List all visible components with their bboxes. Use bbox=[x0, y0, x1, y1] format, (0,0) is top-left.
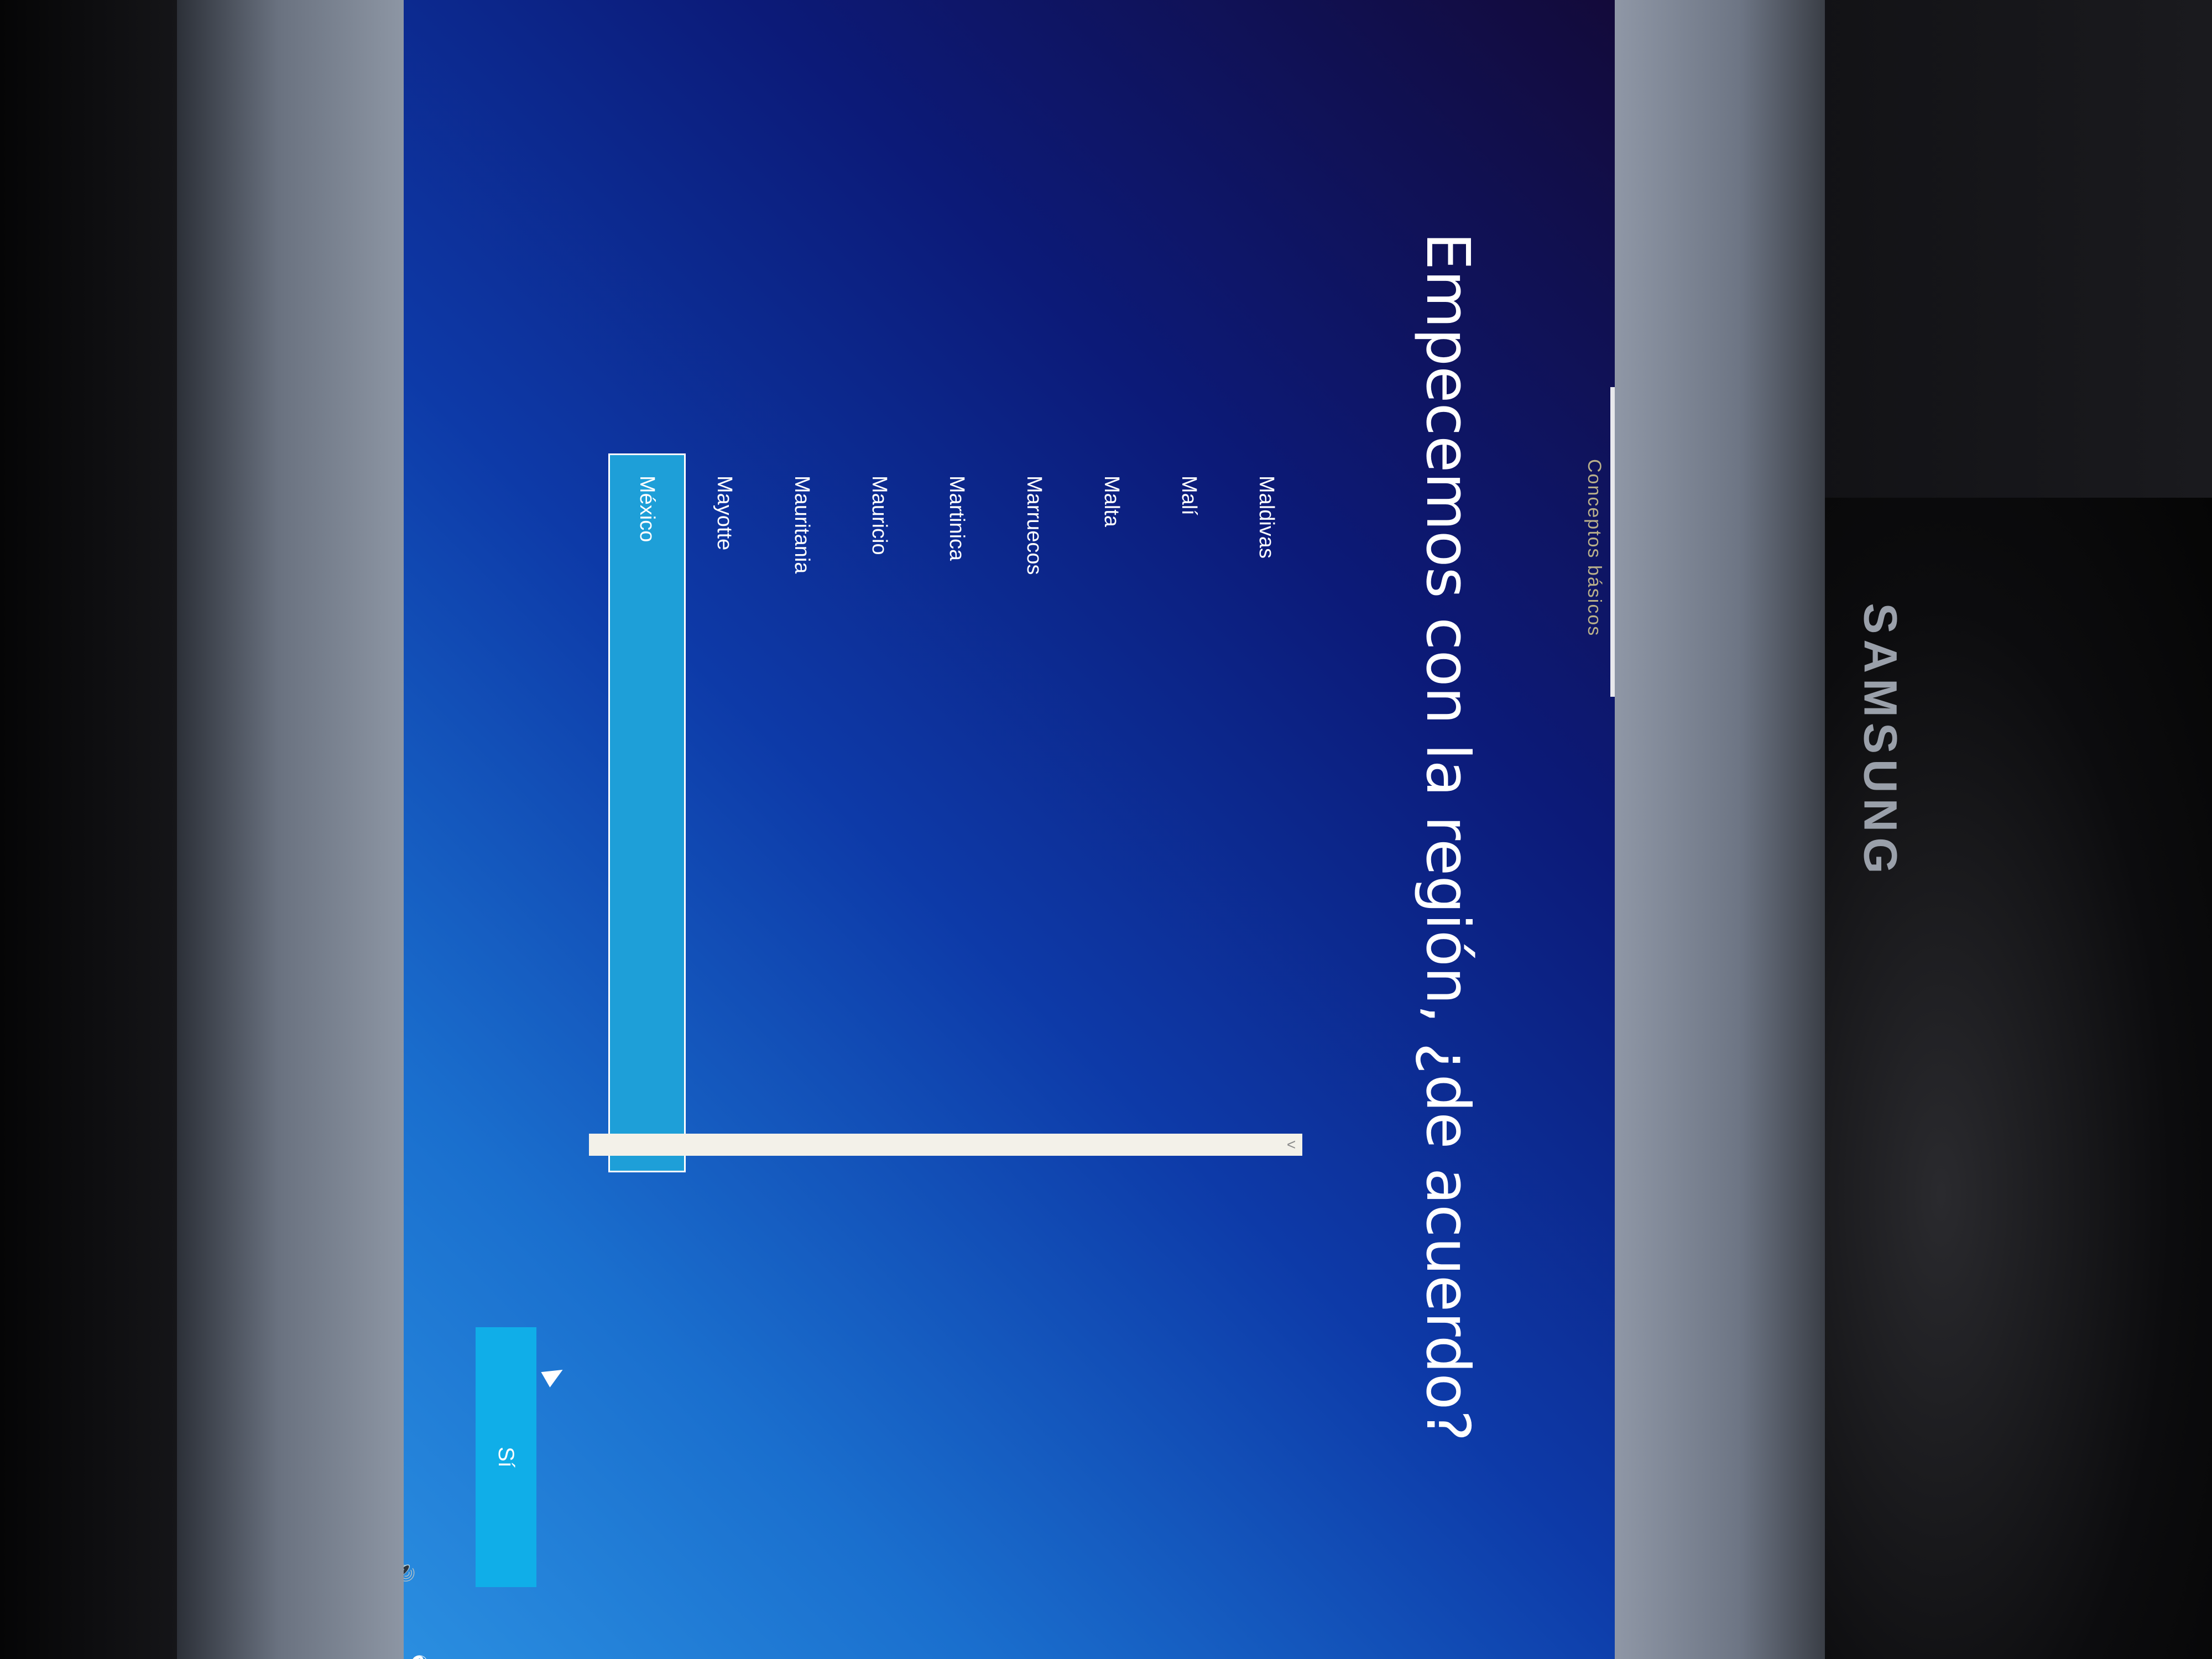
region-list-item[interactable]: Martinica bbox=[918, 453, 995, 1172]
ease-of-access-icon[interactable]: ☯ bbox=[406, 1653, 431, 1659]
monitor-bezel-bottom bbox=[1615, 0, 1825, 1659]
step-progress-bar bbox=[1610, 387, 1615, 697]
page-title: Empecemos con la región, ¿de acuerdo? bbox=[1413, 232, 1482, 1442]
list-scrollbar[interactable] bbox=[589, 1134, 1302, 1156]
brand-logo-text: SAMSUNG bbox=[1854, 603, 1907, 879]
step-label: Conceptos básicos bbox=[1584, 459, 1605, 637]
monitor-bezel-top bbox=[177, 0, 404, 1659]
scroll-up-arrow-icon[interactable]: < bbox=[1285, 1134, 1298, 1156]
region-list-item[interactable]: Malí bbox=[1150, 453, 1228, 1172]
region-list-item[interactable]: Mauritania bbox=[763, 453, 841, 1172]
region-list-item[interactable]: Mauricio bbox=[841, 453, 918, 1172]
yes-button[interactable]: Sí bbox=[476, 1327, 536, 1587]
setup-screen: Conceptos básicos Empecemos con la regió… bbox=[404, 0, 1615, 1659]
region-list-item[interactable]: Malta bbox=[1073, 453, 1150, 1172]
region-list-item[interactable]: Maldivas bbox=[1228, 453, 1305, 1172]
region-list-item[interactable]: Marruecos bbox=[995, 453, 1073, 1172]
region-list-item-selected[interactable]: México bbox=[608, 453, 686, 1172]
region-list[interactable]: Maldivas Malí Malta Marruecos Martinica … bbox=[608, 453, 1305, 1172]
volume-icon[interactable]: 🔊 bbox=[404, 1559, 415, 1583]
mouse-cursor-icon bbox=[541, 1362, 567, 1387]
region-list-item[interactable]: Mayotte bbox=[686, 453, 763, 1172]
